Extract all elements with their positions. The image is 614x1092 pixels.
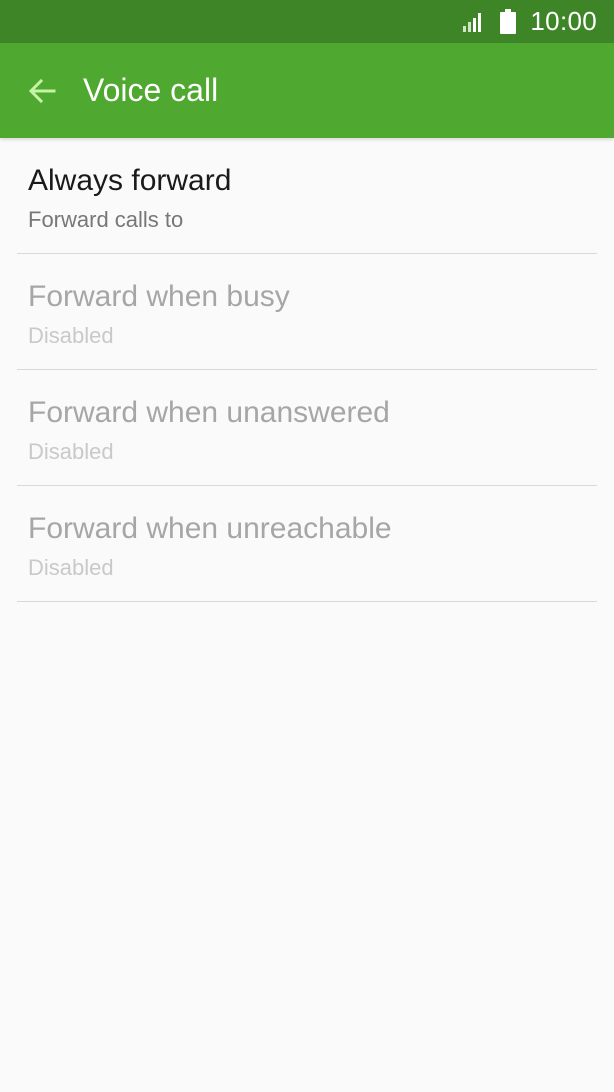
list-item-forward-when-busy[interactable]: Forward when busy Disabled bbox=[0, 254, 614, 370]
item-title: Forward when unreachable bbox=[28, 512, 392, 545]
item-title: Always forward bbox=[28, 164, 232, 197]
item-subtitle: Disabled bbox=[28, 323, 114, 348]
battery-icon bbox=[500, 9, 517, 34]
list-item-forward-when-unanswered[interactable]: Forward when unanswered Disabled bbox=[0, 370, 614, 486]
back-button[interactable] bbox=[18, 67, 66, 115]
signal-icon bbox=[463, 12, 482, 32]
arrow-left-icon bbox=[28, 78, 56, 104]
list-item-always-forward[interactable]: Always forward Forward calls to bbox=[0, 138, 614, 254]
item-subtitle: Disabled bbox=[28, 555, 114, 580]
divider bbox=[17, 601, 597, 602]
list-item-forward-when-unreachable[interactable]: Forward when unreachable Disabled bbox=[0, 486, 614, 602]
status-time: 10:00 bbox=[530, 6, 597, 36]
status-bar: 10:00 bbox=[0, 0, 614, 43]
settings-list: Always forward Forward calls to Forward … bbox=[0, 138, 614, 602]
status-icons: 10:00 bbox=[462, 0, 597, 43]
app-bar: Voice call bbox=[0, 43, 614, 138]
item-title: Forward when unanswered bbox=[28, 396, 390, 429]
item-subtitle: Disabled bbox=[28, 439, 114, 464]
item-title: Forward when busy bbox=[28, 280, 290, 313]
item-subtitle: Forward calls to bbox=[28, 207, 184, 232]
page-title: Voice call bbox=[83, 72, 219, 108]
